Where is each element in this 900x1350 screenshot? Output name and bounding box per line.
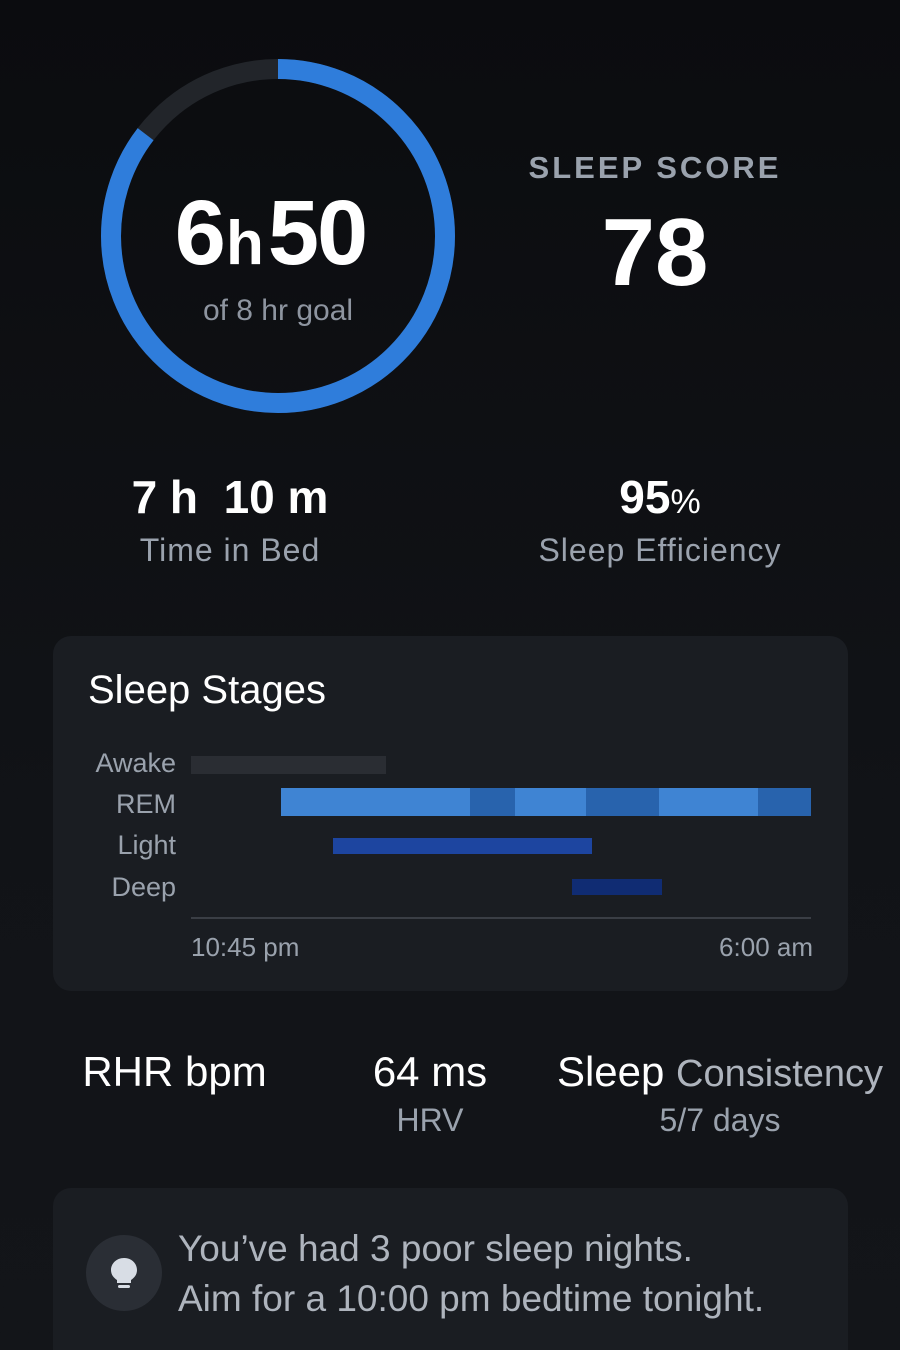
sleep-score-value: 78 <box>601 199 709 306</box>
duration-minutes: 50 <box>267 182 368 284</box>
stage-bar-rem <box>758 788 811 816</box>
sleep-efficiency-label: Sleep Efficiency <box>538 532 782 568</box>
duration-hours: 6 <box>174 182 226 284</box>
sleep-score-label: SLEEP SCORE <box>528 150 782 185</box>
stage-label-light: Light <box>117 830 176 860</box>
consistency-label: 5/7 days <box>659 1102 781 1138</box>
goal-text: of 8 hr goal <box>202 294 354 327</box>
tip-card[interactable]: You’ve had 3 poor sleep nights. Aim for … <box>53 1188 848 1350</box>
hrv-label: HRV <box>396 1102 464 1138</box>
consistency-soft: Consistency <box>676 1053 884 1095</box>
time-axis <box>191 917 811 919</box>
sleep-consistency-metric: Sleep Consistency 5/7 days <box>555 1048 885 1139</box>
sleep-stages-title: Sleep Stages <box>88 668 326 712</box>
sleep-efficiency-stat: 95% Sleep Efficiency <box>510 470 810 569</box>
consistency-main: Sleep <box>556 1048 665 1095</box>
sleep-duration: 6h50 <box>98 181 443 286</box>
stage-bar-rem <box>514 788 586 816</box>
stage-label-rem: REM <box>116 789 176 819</box>
tip-line-2: Aim for a 10:00 pm bedtime tonight. <box>178 1278 765 1319</box>
time-in-bed-value: 7 h 10 m <box>131 471 329 523</box>
sleep-efficiency-value-wrap: 95% <box>510 470 810 524</box>
sleep-efficiency-value: 95 <box>619 471 671 523</box>
stage-label-awake: Awake <box>95 748 176 778</box>
duration-hours-unit: h <box>225 209 264 278</box>
tip-text: You’ve had 3 poor sleep nights. Aim for … <box>178 1224 764 1324</box>
stage-bar-rem <box>585 788 660 816</box>
stage-bar-deep <box>572 879 663 895</box>
time-in-bed-stat: 7 h 10 m Time in Bed <box>90 470 370 569</box>
rhr-metric: RHR bpm <box>62 1048 287 1096</box>
hrv-value: 64 ms <box>372 1048 488 1095</box>
stage-bar-rem <box>659 788 759 816</box>
sleep-duration-ring: 6h50 of 8 hr goal <box>98 56 458 416</box>
rhr-value: RHR bpm <box>82 1048 267 1095</box>
end-time-label: 6:00 am <box>719 932 813 962</box>
tip-line-1: You’ve had 3 poor sleep nights. <box>178 1228 693 1269</box>
sleep-efficiency-unit: % <box>670 483 701 521</box>
stage-bar-light <box>332 838 593 854</box>
start-time-label: 10:45 pm <box>191 932 300 962</box>
consistency-value: Sleep Consistency <box>555 1048 885 1096</box>
stage-bar-rem <box>280 788 470 816</box>
stage-bar-rem <box>470 788 515 816</box>
time-in-bed-label: Time in Bed <box>139 532 321 568</box>
stage-label-deep: Deep <box>111 872 176 902</box>
hrv-metric: 64 ms HRV <box>330 1048 530 1139</box>
sleep-stages-card[interactable]: Sleep Stages Awake REM Light Deep 10:45 … <box>53 636 848 991</box>
lightbulb-icon <box>86 1235 162 1311</box>
stage-bar-awake <box>191 756 387 774</box>
